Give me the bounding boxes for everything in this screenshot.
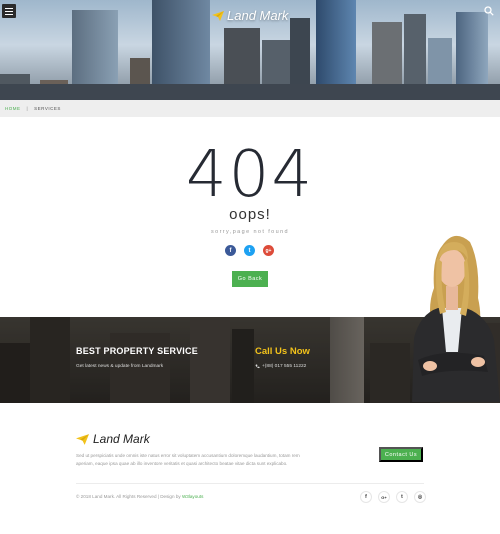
paper-plane-icon (76, 433, 89, 445)
footer-brand-name: Land Mark (93, 432, 150, 446)
error-title: oops! (229, 206, 271, 223)
social-links: f t g+ (225, 245, 274, 256)
businesswoman-image (412, 235, 500, 402)
breadcrumb-current: SERVICES (34, 106, 61, 111)
cta-title: BEST PROPERTY SERVICE (76, 346, 198, 356)
phone-text: +(88) 017 555 11222 (262, 364, 307, 369)
footer-divider (76, 483, 424, 484)
error-code: 404 (185, 138, 315, 212)
hero-banner: Land Mark (0, 0, 500, 100)
footer-social-links: f G+ t ◎ (360, 491, 426, 503)
copyright: © 2018 Land Mark. All Rights Reserved | … (76, 494, 203, 499)
go-back-button[interactable]: Go Back (232, 271, 268, 287)
hamburger-menu-icon[interactable] (2, 4, 16, 18)
brand-name: Land Mark (227, 8, 289, 23)
footer-logo[interactable]: Land Mark (76, 432, 150, 446)
contact-us-button[interactable]: Contact Us (379, 447, 423, 462)
breadcrumb: HOME | SERVICES (0, 100, 500, 117)
facebook-icon[interactable]: f (360, 491, 372, 503)
search-icon[interactable] (484, 6, 494, 16)
paper-plane-icon (212, 10, 224, 21)
google-plus-icon[interactable]: g+ (263, 245, 274, 256)
footer-description: Sed ut perspiciatis unde omnis iste natu… (76, 453, 300, 466)
breadcrumb-home-link[interactable]: HOME (5, 106, 21, 111)
facebook-icon[interactable]: f (225, 245, 236, 256)
phone-icon (255, 364, 260, 369)
cta-subtitle: Get latest news & update from Landmark (76, 364, 164, 369)
call-us-title: Call Us Now (255, 346, 310, 357)
twitter-icon[interactable]: t (396, 491, 408, 503)
copyright-text: © 2018 Land Mark. All Rights Reserved | … (76, 494, 181, 499)
breadcrumb-separator: | (26, 106, 29, 111)
phone-number[interactable]: +(88) 017 555 11222 (255, 364, 306, 369)
street (0, 84, 500, 100)
google-plus-icon[interactable]: G+ (378, 491, 390, 503)
designer-link[interactable]: W3layouts (182, 494, 203, 499)
twitter-icon[interactable]: t (244, 245, 255, 256)
dribbble-icon[interactable]: ◎ (414, 491, 426, 503)
header-logo[interactable]: Land Mark (212, 8, 288, 23)
